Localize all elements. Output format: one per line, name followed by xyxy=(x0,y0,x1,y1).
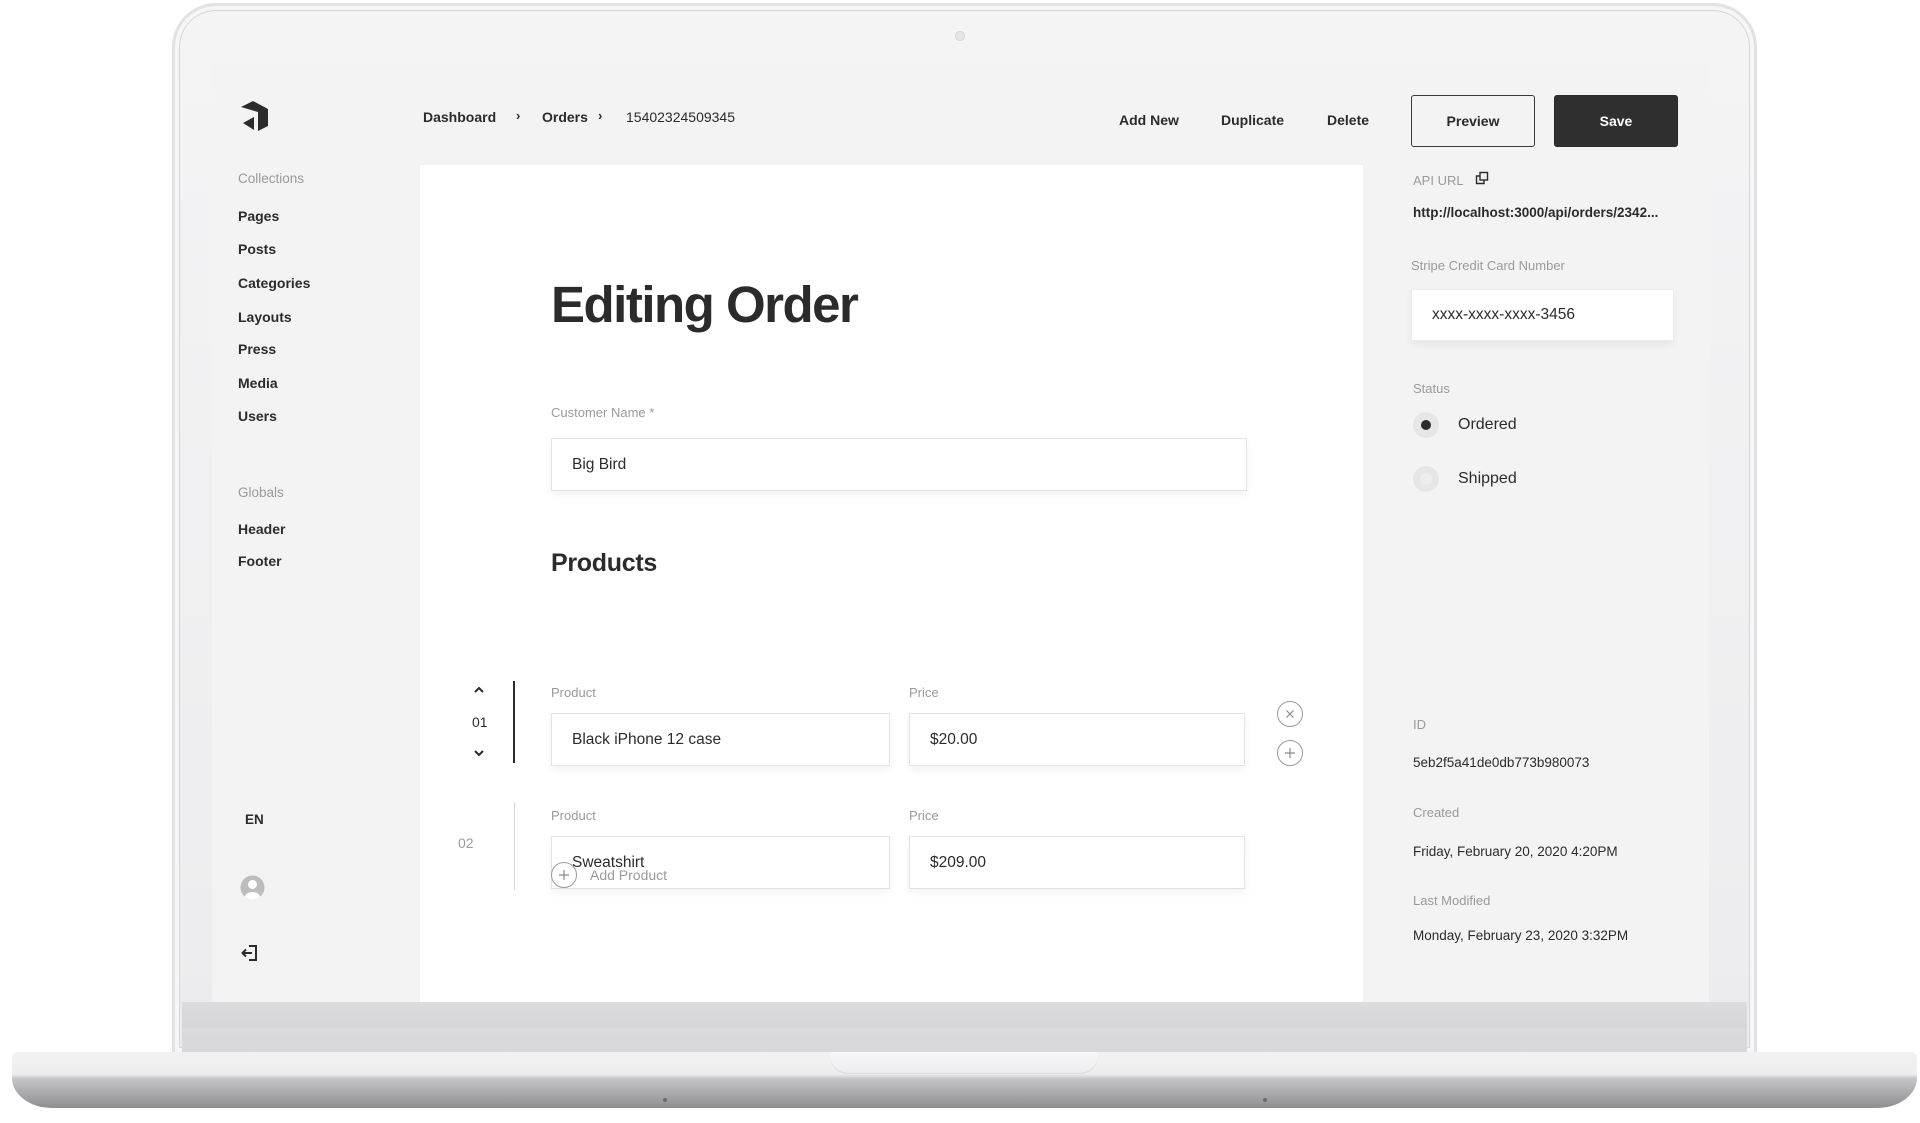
plus-icon xyxy=(1285,748,1295,758)
customer-name-label-text: Customer Name xyxy=(551,405,646,420)
row-index: 01 xyxy=(472,714,488,730)
created-label: Created xyxy=(1413,805,1460,820)
page-title: Editing Order xyxy=(551,276,859,333)
card-number-input[interactable]: xxxx-xxxx-xxxx-3456 xyxy=(1411,289,1674,341)
radio-selected-icon xyxy=(1413,412,1439,438)
row-index: 02 xyxy=(458,835,474,851)
row-drag-handle[interactable] xyxy=(513,681,515,763)
add-product-label: Add Product xyxy=(590,867,668,883)
app-screen: Collections Pages Posts Categories Layou… xyxy=(212,67,1709,1002)
id-value: 5eb2f5a41de0db773b980073 xyxy=(1413,755,1590,770)
breadcrumb-orders[interactable]: Orders xyxy=(542,109,588,125)
add-product-button[interactable]: Add Product xyxy=(551,862,667,888)
radio-unselected-icon xyxy=(1413,466,1439,492)
camera-icon xyxy=(955,31,965,41)
preview-button[interactable]: Preview xyxy=(1411,95,1535,147)
sidebar-item-press[interactable]: Press xyxy=(238,341,276,357)
close-icon xyxy=(1286,710,1294,718)
delete-button[interactable]: Delete xyxy=(1327,112,1369,128)
price-label: Price xyxy=(909,685,939,700)
card-number-label: Stripe Credit Card Number xyxy=(1411,258,1565,273)
id-label: ID xyxy=(1413,717,1426,732)
move-up-icon[interactable] xyxy=(472,685,486,695)
customer-name-label: Customer Name * xyxy=(551,405,654,420)
add-new-button[interactable]: Add New xyxy=(1119,112,1179,128)
sidebar-item-footer[interactable]: Footer xyxy=(238,553,282,569)
price-input[interactable]: $209.00 xyxy=(909,836,1245,889)
copy-icon[interactable] xyxy=(1475,171,1489,185)
breadcrumb-current: 15402324509345 xyxy=(626,109,736,125)
collections-heading: Collections xyxy=(238,171,305,186)
sidebar-item-users[interactable]: Users xyxy=(238,408,277,424)
breadcrumb-separator-icon: › xyxy=(598,108,603,123)
add-row-below-button[interactable] xyxy=(1277,740,1303,766)
products-heading: Products xyxy=(551,549,657,577)
sidebar-item-categories[interactable]: Categories xyxy=(238,275,310,291)
sidebar-item-media[interactable]: Media xyxy=(238,375,278,391)
laptop-foot xyxy=(1263,1098,1267,1102)
logout-icon[interactable] xyxy=(241,944,259,962)
api-url-label: API URL xyxy=(1413,173,1464,188)
row-drag-handle[interactable] xyxy=(514,802,515,890)
status-option-shipped[interactable]: Shipped xyxy=(1413,466,1517,492)
required-mark: * xyxy=(649,405,655,420)
last-modified-label: Last Modified xyxy=(1413,893,1491,908)
plus-circle-icon xyxy=(551,862,577,888)
sidebar-item-header[interactable]: Header xyxy=(238,521,285,537)
save-button[interactable]: Save xyxy=(1554,95,1678,147)
laptop-notch xyxy=(830,1052,1098,1074)
price-input[interactable]: $20.00 xyxy=(909,713,1245,766)
sidebar-item-posts[interactable]: Posts xyxy=(238,241,276,257)
laptop-foot xyxy=(663,1098,667,1102)
sidebar-item-layouts[interactable]: Layouts xyxy=(238,309,292,325)
breadcrumb-dashboard[interactable]: Dashboard xyxy=(423,109,496,125)
customer-name-input[interactable]: Big Bird xyxy=(551,438,1247,491)
status-option-label: Ordered xyxy=(1458,416,1517,433)
breadcrumb-separator-icon: › xyxy=(516,108,521,123)
product-label: Product xyxy=(551,808,596,823)
edit-panel: Editing Order Customer Name * Big Bird P… xyxy=(420,165,1363,1002)
product-input[interactable]: Black iPhone 12 case xyxy=(551,713,890,766)
globals-heading: Globals xyxy=(238,485,284,500)
duplicate-button[interactable]: Duplicate xyxy=(1221,112,1284,128)
laptop-chin xyxy=(182,1002,1747,1052)
status-label: Status xyxy=(1413,381,1450,396)
account-avatar-icon[interactable] xyxy=(240,875,265,900)
sidebar-item-pages[interactable]: Pages xyxy=(238,208,279,224)
locale-selector[interactable]: EN xyxy=(245,812,264,827)
move-down-icon[interactable] xyxy=(472,748,486,758)
status-option-ordered[interactable]: Ordered xyxy=(1413,412,1517,438)
logo-icon[interactable] xyxy=(241,101,269,131)
price-label: Price xyxy=(909,808,939,823)
status-option-label: Shipped xyxy=(1458,470,1517,487)
product-label: Product xyxy=(551,685,596,700)
created-value: Friday, February 20, 2020 4:20PM xyxy=(1413,844,1618,859)
last-modified-value: Monday, February 23, 2020 3:32PM xyxy=(1413,928,1629,943)
api-url-link[interactable]: http://localhost:3000/api/orders/2342... xyxy=(1413,205,1658,220)
remove-row-button[interactable] xyxy=(1277,701,1303,727)
